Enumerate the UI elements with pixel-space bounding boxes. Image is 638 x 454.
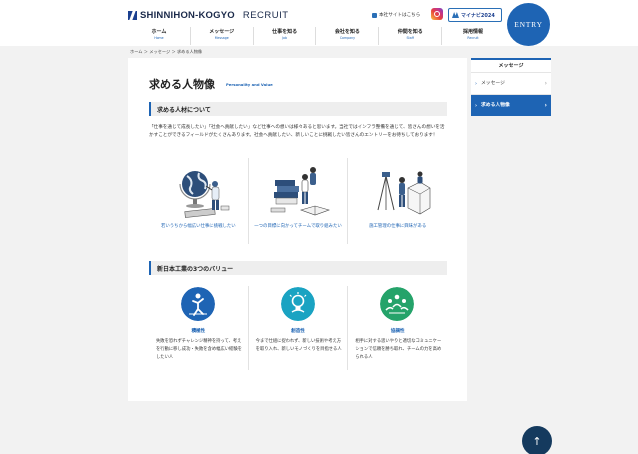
intro-text: 「仕事を通じて成長したい」「社会へ貢献したい」など仕事への想いは様々あると思いま… [149, 125, 445, 139]
breadcrumb: ホーム ＞ メッセージ ＞ 求める人物像 [130, 49, 203, 54]
global-nav: ホーム Home メッセージ Message 仕事を知る Job 会社を知る C… [128, 27, 504, 45]
nav-item-company[interactable]: 会社を知る Company [315, 27, 378, 45]
books-team-illustration-icon [270, 167, 330, 216]
climbing-person-icon [181, 287, 215, 321]
chevron-right-icon: › [544, 80, 547, 87]
page-title: 求める人物像 [149, 78, 215, 91]
nav-item-label: 採用情報 [463, 29, 484, 35]
entry-button[interactable]: ENTRY [507, 3, 550, 46]
instagram-icon[interactable] [431, 8, 443, 20]
value-description: 今まで仕組に捉われず、新しい技術や考え方を取り入れ、新しいモノづくりを目指せる人 [255, 339, 342, 353]
nav-item-label: ホーム [151, 29, 167, 35]
value-item: 創造性 今まで仕組に捉われず、新しい技術や考え方を取り入れ、新しいモノづくりを目… [247, 286, 348, 370]
globe-illustration-icon [179, 171, 230, 218]
side-nav-item-personality[interactable]: 求める人物像 › [471, 94, 551, 117]
requirement-caption: 施工管理の仕事に興味がある [369, 224, 427, 229]
value-name: 積極性 [191, 329, 206, 334]
side-nav-item-message[interactable]: メッセージ › [471, 72, 551, 95]
value-item: 積極性 失敗を恐れずチャレンジ精神を持って、考えを行動に移し成功・失敗を含め幅広… [149, 286, 248, 370]
section-heading-label: 新日本工業の3つのバリュー [157, 266, 234, 273]
value-description: 失敗を恐れずチャレンジ精神を持って、考えを行動に移し成功・失敗を含め幅広い経験を… [156, 339, 242, 361]
side-nav-title: メッセージ [471, 58, 551, 72]
requirements-list: 若いうちから幅広い仕事に挑戦したい 一つの目標に向かってチームで取り組みたい 施… [149, 158, 447, 244]
logo-text: SHINNIHON-KOGYO [140, 10, 235, 21]
nav-item-sublabel: Recruit [467, 36, 479, 40]
mynavi-button[interactable]: マイナビ2024 [448, 8, 502, 22]
nav-item-recruit[interactable]: 採用情報 Recruit [441, 27, 504, 45]
building-icon [372, 12, 377, 18]
nav-item-sublabel: Job [282, 36, 288, 40]
site-logo[interactable]: SHINNIHON-KOGYO RECRUIT [128, 10, 289, 21]
logo-mark-icon [128, 11, 137, 20]
nav-item-sublabel: Company [339, 36, 355, 40]
lightbulb-icon [280, 287, 315, 321]
side-nav: メッセージ メッセージ › 求める人物像 › [471, 58, 551, 117]
nav-item-label: 仕事を知る [272, 29, 298, 35]
corporate-site-link[interactable]: 本社サイトはこちら [372, 12, 420, 18]
requirement-item: 若いうちから幅広い仕事に挑戦したい [149, 158, 248, 244]
value-description: 相手に対する思いやりと適切なコミュニケーションで信頼を勝ち取れ、チームの力を高め… [355, 339, 442, 361]
value-item: 協調性 相手に対する思いやりと適切なコミュニケーションで信頼を勝ち取れ、チームの… [347, 286, 447, 370]
nav-item-sublabel: Staff [406, 36, 414, 40]
team-icon [380, 287, 415, 321]
nav-item-sublabel: Home [154, 36, 164, 40]
section-heading-values: 新日本工業の3つのバリュー [149, 261, 447, 275]
nav-item-job[interactable]: 仕事を知る Job [252, 27, 316, 45]
value-name: 創造性 [291, 329, 305, 334]
nav-item-label: 会社を知る [334, 29, 360, 35]
requirement-caption: 一つの目標に向かってチームで取り組みたい [254, 224, 342, 229]
nav-item-message[interactable]: メッセージ Message [189, 27, 253, 45]
nav-item-sublabel: Message [214, 36, 229, 40]
side-nav-item-label: 求める人物像 [481, 103, 510, 108]
corporate-site-link-label: 本社サイトはこちら [379, 13, 421, 18]
nav-item-home[interactable]: ホーム Home [128, 27, 190, 45]
construction-illustration-icon [377, 171, 431, 215]
side-nav-item-label: メッセージ [481, 81, 505, 86]
requirement-caption: 若いうちから幅広い仕事に挑戦したい [161, 224, 236, 229]
section-heading-label: 求める人材について [157, 107, 211, 114]
nav-item-staff[interactable]: 仲間を知る Staff [378, 27, 441, 45]
main-content: 求める人物像 Personality and Value 求める人材について 「… [128, 58, 467, 401]
chevron-right-icon: › [544, 102, 547, 109]
requirement-item: 一つの目標に向かってチームで取り組みたい [247, 158, 348, 244]
values-list: 積極性 失敗を恐れずチャレンジ精神を持って、考えを行動に移し成功・失敗を含め幅広… [149, 286, 447, 370]
logo-subtitle: RECRUIT [242, 10, 289, 21]
nav-item-label: 仲間を知る [397, 29, 423, 35]
nav-item-label: メッセージ [209, 29, 235, 35]
section-heading-requirements: 求める人材について [149, 102, 447, 116]
value-name: 協調性 [390, 329, 405, 334]
back-to-top-button[interactable]: ↑ [522, 426, 552, 454]
page-title-en: Personality and Value [226, 82, 273, 87]
requirement-item: 施工管理の仕事に興味がある [347, 158, 447, 244]
